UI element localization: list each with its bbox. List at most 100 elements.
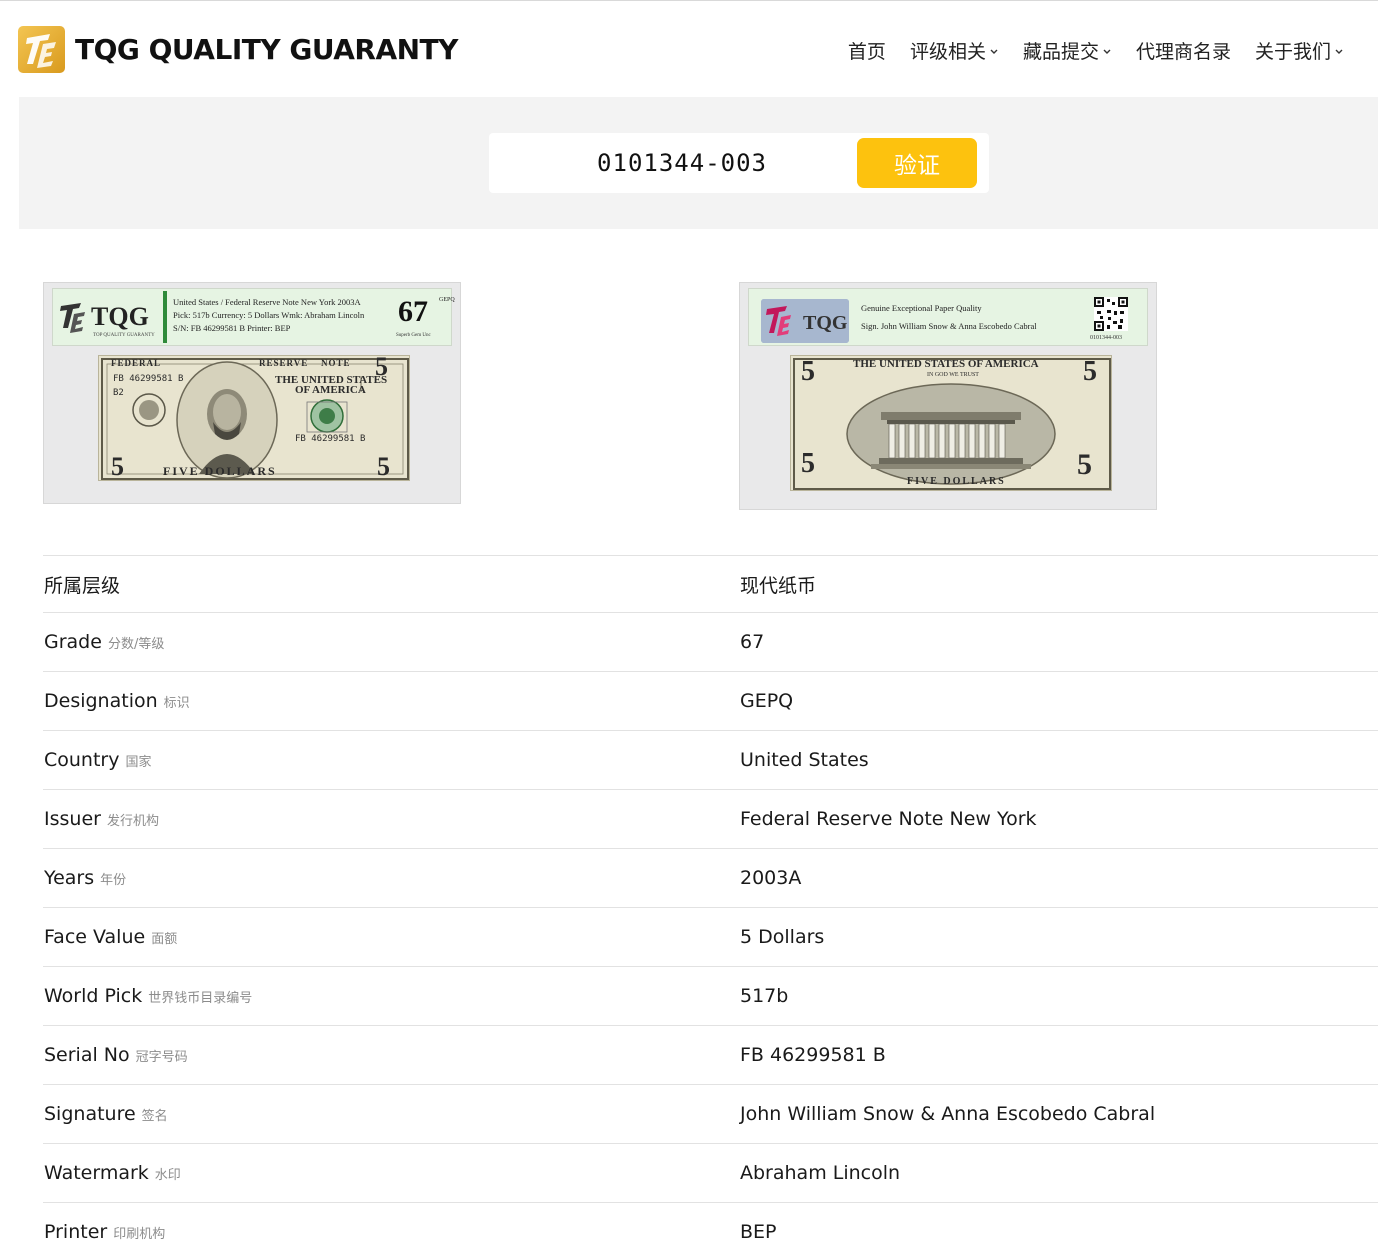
row-label: 所属层级 bbox=[44, 574, 121, 597]
row-label: Designation bbox=[44, 690, 158, 712]
table-row: Years 年份 2003A bbox=[43, 848, 1378, 907]
row-label-group: Serial No 冠字号码 bbox=[44, 1026, 188, 1084]
qr-code-icon bbox=[1094, 297, 1128, 331]
slab-front-label: TQG TOP QUALITY GUARANTY United States /… bbox=[52, 288, 455, 346]
row-value: United States bbox=[740, 749, 869, 771]
main-nav: 首页 评级相关 藏品提交 代理商名录 关于我们 bbox=[824, 37, 1344, 64]
table-row: Grade 分数/等级 67 bbox=[43, 612, 1378, 671]
brand-name: TQG QUALITY GUARANTY bbox=[75, 33, 458, 66]
tqg-logo-icon bbox=[18, 26, 65, 73]
cert-number-input[interactable] bbox=[489, 133, 849, 193]
nav-label: 关于我们 bbox=[1254, 41, 1331, 63]
row-value: 67 bbox=[740, 631, 765, 653]
table-row: World Pick 世界钱币目录编号 517b bbox=[43, 966, 1378, 1025]
row-label: Grade bbox=[44, 631, 102, 653]
svg-text:TQG: TQG bbox=[803, 312, 848, 334]
row-label: Issuer bbox=[44, 808, 101, 830]
row-label-cn: 年份 bbox=[100, 872, 127, 888]
back-note-denom-tl: 5 bbox=[801, 356, 815, 387]
back-label-line-2: Sign. John William Snow & Anna Escobedo … bbox=[861, 321, 1037, 331]
row-label-group: Designation 标识 bbox=[44, 672, 190, 730]
site-header: TQG QUALITY GUARANTY 首页 评级相关 藏品提交 代理商名录 … bbox=[0, 0, 1378, 97]
row-value: Abraham Lincoln bbox=[740, 1162, 901, 1184]
label-line-3: S/N: FB 46299581 B Printer: BEP bbox=[173, 323, 291, 333]
row-label-cn: 分数/等级 bbox=[107, 636, 165, 652]
label-line-1: United States / Federal Reserve Note New… bbox=[173, 297, 361, 307]
nav-label: 代理商名录 bbox=[1135, 41, 1231, 63]
note-bottom-text: FIVE DOLLARS bbox=[163, 464, 277, 478]
row-value: 现代纸币 bbox=[740, 574, 817, 597]
verify-form: 验证 bbox=[489, 133, 989, 193]
slab-back-image[interactable]: TQG Genuine Exceptional Paper Quality Si… bbox=[739, 282, 1157, 510]
nav-home[interactable]: 首页 bbox=[848, 37, 886, 64]
row-label-group: Years 年份 bbox=[44, 849, 126, 907]
verify-button[interactable]: 验证 bbox=[857, 138, 977, 188]
nav-label: 藏品提交 bbox=[1022, 41, 1099, 63]
label-line-2: Pick: 517b Currency: 5 Dollars Wmk: Abra… bbox=[173, 310, 365, 320]
back-note-denom-br: 5 bbox=[1077, 448, 1092, 481]
row-label: Face Value bbox=[44, 926, 146, 948]
table-row: Designation 标识 GEPQ bbox=[43, 671, 1378, 730]
slab-front-image[interactable]: TQG TOP QUALITY GUARANTY United States /… bbox=[43, 282, 461, 504]
cert-details-table: 所属层级 现代纸币 Grade 分数/等级 67 Designation 标识 GE… bbox=[43, 555, 1378, 1260]
row-label-group: Grade 分数/等级 bbox=[44, 613, 164, 671]
row-label-cn: 世界钱币目录编号 bbox=[148, 990, 253, 1006]
back-note-motto: IN GOD WE TRUST bbox=[927, 372, 979, 378]
chevron-down-icon bbox=[1103, 49, 1111, 54]
row-label-cn: 水印 bbox=[154, 1167, 181, 1183]
row-label: Printer bbox=[44, 1221, 108, 1243]
table-row: Country 国家 United States bbox=[43, 730, 1378, 789]
note-federal: FEDERAL bbox=[111, 358, 162, 368]
chevron-down-icon bbox=[1335, 49, 1343, 54]
back-label-cert: 0101344-003 bbox=[1090, 335, 1122, 341]
row-label-group: Face Value 面额 bbox=[44, 908, 177, 966]
note-serial-bottom: FB 46299581 B bbox=[295, 434, 366, 444]
banknote-back: THE UNITED STATES OF AMERICA IN GOD WE T… bbox=[790, 355, 1112, 491]
table-row: Serial No 冠字号码 FB 46299581 B bbox=[43, 1025, 1378, 1084]
nav-submission[interactable]: 藏品提交 bbox=[1023, 37, 1112, 64]
row-value: GEPQ bbox=[740, 690, 794, 712]
row-label-cn: 面额 bbox=[151, 931, 178, 947]
row-value: FB 46299581 B bbox=[740, 1044, 886, 1066]
nav-about[interactable]: 关于我们 bbox=[1255, 37, 1344, 64]
brand-logo[interactable]: TQG QUALITY GUARANTY bbox=[18, 26, 458, 73]
row-label: Serial No bbox=[44, 1044, 130, 1066]
row-label-group: Signature 签名 bbox=[44, 1085, 168, 1143]
row-label-group: Printer 印刷机构 bbox=[44, 1203, 165, 1260]
back-note-denom-tr: 5 bbox=[1083, 356, 1097, 387]
note-reserve: RESERVE bbox=[259, 358, 309, 368]
row-label-group: Issuer 发行机构 bbox=[44, 790, 159, 848]
row-label: Signature bbox=[44, 1103, 136, 1125]
row-label-group: World Pick 世界钱币目录编号 bbox=[44, 967, 252, 1025]
row-label-cn: 国家 bbox=[125, 754, 152, 770]
row-label-cn: 标识 bbox=[163, 695, 190, 711]
note-denom-right: 5 bbox=[377, 452, 390, 481]
note-serial-top: FB 46299581 B bbox=[113, 374, 184, 384]
row-label-cn: 签名 bbox=[141, 1108, 168, 1124]
nav-dealers[interactable]: 代理商名录 bbox=[1136, 37, 1231, 64]
slab-back-label: TQG Genuine Exceptional Paper Quality Si… bbox=[748, 288, 1148, 346]
table-row: Issuer 发行机构 Federal Reserve Note New York bbox=[43, 789, 1378, 848]
note-district: B2 bbox=[113, 388, 124, 398]
row-value: 517b bbox=[740, 985, 789, 1007]
chevron-down-icon bbox=[990, 49, 998, 54]
label-grade-desc: Superb Gem Unc bbox=[396, 333, 431, 338]
row-value: John William Snow & Anna Escobedo Cabral bbox=[740, 1103, 1156, 1125]
table-row: Face Value 面额 5 Dollars bbox=[43, 907, 1378, 966]
row-value: BEP bbox=[740, 1221, 777, 1243]
row-label-group: Watermark 水印 bbox=[44, 1144, 181, 1202]
label-caption: TOP QUALITY GUARANTY bbox=[93, 333, 155, 338]
row-label: World Pick bbox=[44, 985, 143, 1007]
row-value: 2003A bbox=[740, 867, 802, 889]
nav-grading[interactable]: 评级相关 bbox=[910, 37, 999, 64]
row-label: Watermark bbox=[44, 1162, 149, 1184]
back-note-title: THE UNITED STATES OF AMERICA bbox=[853, 358, 1039, 370]
label-designation: GEPQ bbox=[439, 297, 455, 303]
note-note: NOTE bbox=[321, 358, 351, 368]
note-denom-left: 5 bbox=[111, 452, 124, 481]
table-row: 所属层级 现代纸币 bbox=[43, 555, 1378, 612]
back-note-bottom: FIVE DOLLARS bbox=[907, 476, 1006, 487]
row-label: Years bbox=[44, 867, 95, 889]
banknote-front: FEDERAL RESERVE NOTE 5 FB 46299581 B B2 … bbox=[98, 355, 410, 481]
label-grade: 67 bbox=[398, 295, 428, 328]
